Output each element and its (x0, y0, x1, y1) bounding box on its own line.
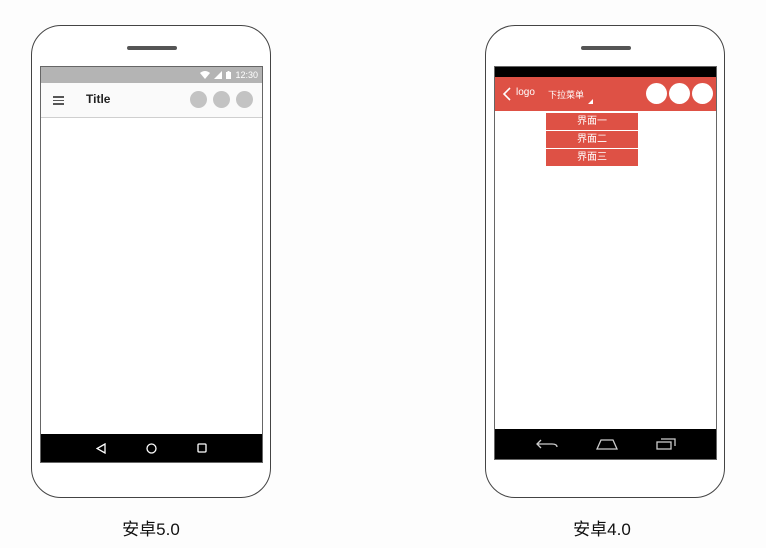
action-button[interactable] (646, 83, 667, 104)
back-arrow-icon[interactable] (535, 438, 558, 450)
home-circle-icon[interactable] (146, 442, 157, 454)
action-button[interactable] (190, 91, 207, 108)
action-buttons (190, 91, 253, 108)
status-bar: 12:30 (41, 67, 262, 83)
dropdown-list: 界面一 界面二 界面三 (546, 113, 638, 167)
recents-square-icon[interactable] (197, 443, 207, 453)
home-icon[interactable] (595, 438, 619, 450)
action-button[interactable] (213, 91, 230, 108)
action-button[interactable] (236, 91, 253, 108)
wifi-icon (200, 71, 211, 79)
dropdown-triangle-icon[interactable] (588, 99, 593, 104)
app-bar: Title (41, 83, 262, 118)
signal-icon (214, 71, 223, 79)
logo-label: logo (516, 87, 535, 98)
dropdown-menu-label[interactable]: 下拉菜单 (548, 88, 584, 101)
battery-icon (226, 71, 232, 79)
android4-screen: logo 下拉菜单 界面一 界面二 界面三 (494, 66, 717, 460)
speaker-grille (581, 46, 631, 50)
dropdown-item-1[interactable]: 界面一 (546, 113, 638, 130)
back-chevron-icon[interactable] (501, 87, 515, 101)
action-bar: logo 下拉菜单 (495, 77, 716, 111)
navigation-bar (41, 434, 262, 462)
dropdown-item-2[interactable]: 界面二 (546, 131, 638, 148)
action-buttons (646, 83, 713, 104)
speaker-grille (127, 46, 177, 50)
android5-screen: 12:30 Title (40, 66, 263, 463)
action-button[interactable] (692, 83, 713, 104)
status-bar (495, 67, 716, 77)
page-title: Title (86, 92, 111, 106)
action-button[interactable] (669, 83, 690, 104)
android5-caption: 安卓5.0 (122, 520, 180, 539)
recents-icon[interactable] (655, 438, 676, 450)
android4-caption: 安卓4.0 (573, 520, 631, 539)
status-time: 12:30 (235, 70, 258, 80)
navigation-bar (495, 429, 716, 459)
back-triangle-icon[interactable] (96, 442, 106, 454)
dropdown-item-3[interactable]: 界面三 (546, 149, 638, 166)
menu-icon[interactable] (53, 96, 64, 105)
